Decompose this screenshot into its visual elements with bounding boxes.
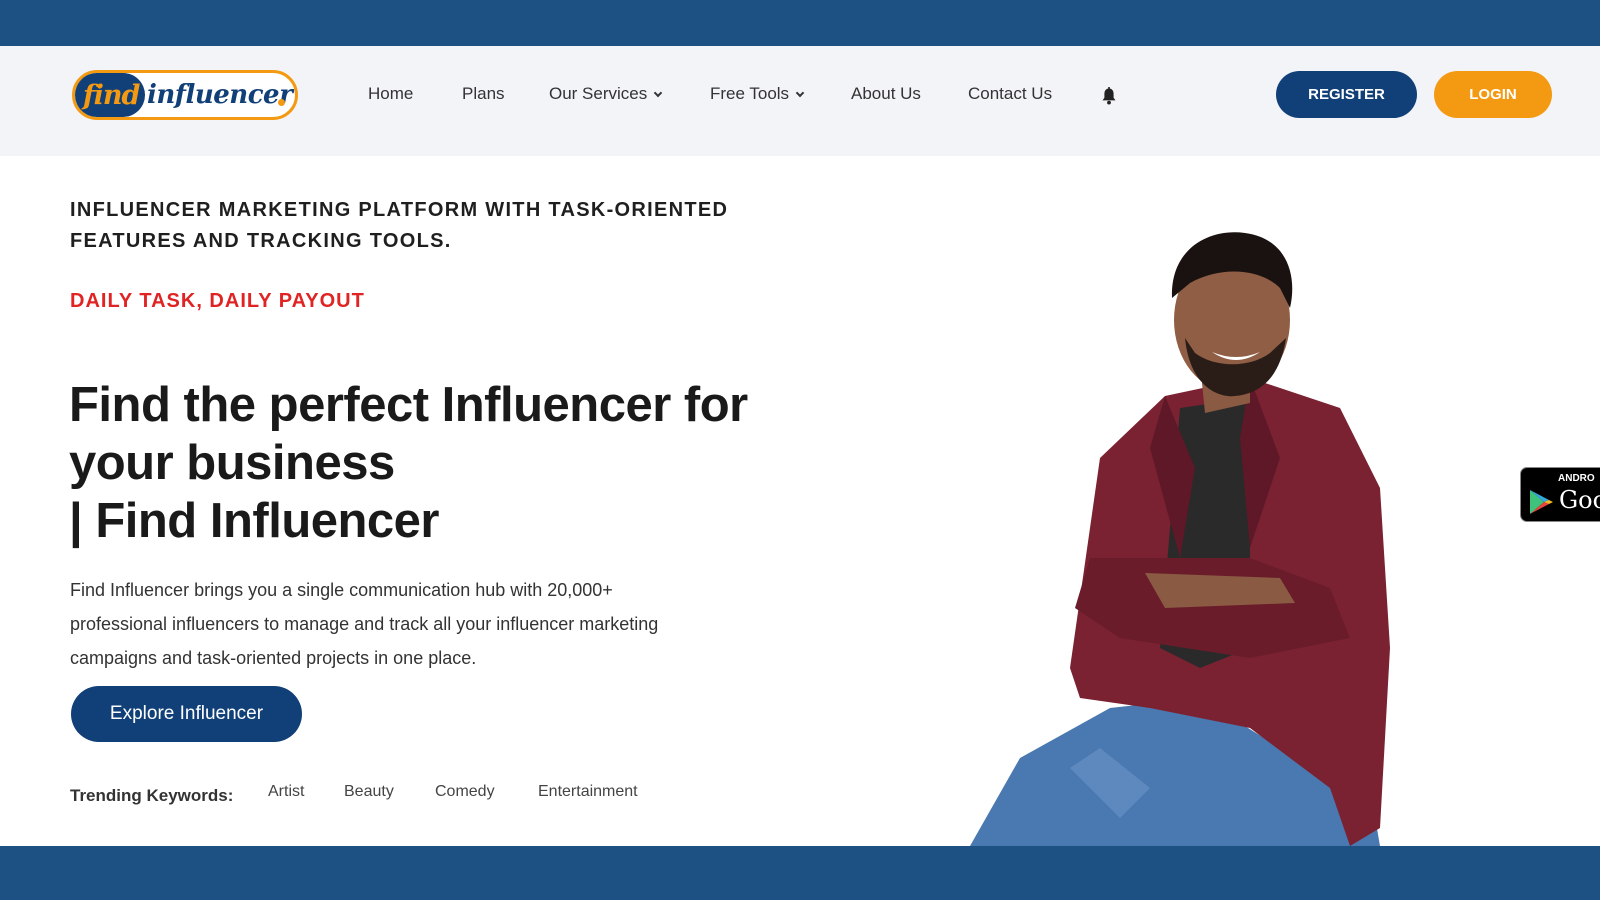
hero-description: Find Influencer brings you a single comm…	[70, 573, 790, 675]
nav-free-tools-label: Free Tools	[710, 84, 790, 103]
hero-description-line-1: Find Influencer brings you a single comm…	[70, 580, 613, 600]
google-play-badge[interactable]: ANDRO Goo	[1520, 467, 1600, 522]
trending-keywords-label: Trending Keywords:	[70, 786, 234, 805]
chevron-down-icon	[795, 88, 805, 98]
play-badge-small-text: ANDRO	[1558, 473, 1595, 484]
keyword-beauty[interactable]: Beauty	[344, 783, 394, 801]
nav-about-us-label: About Us	[851, 84, 921, 103]
nav-our-services-label: Our Services	[549, 84, 648, 103]
keyword-entertainment[interactable]: Entertainment	[538, 783, 638, 801]
google-play-icon	[1530, 490, 1553, 514]
nav-about-us[interactable]: About Us	[851, 84, 921, 104]
register-button[interactable]: REGISTER	[1276, 71, 1417, 118]
hero-tagline: INFLUENCER MARKETING PLATFORM WITH TASK-…	[70, 199, 729, 252]
hero-title: Find the perfect Influencer for your bus…	[69, 376, 869, 550]
bell-icon[interactable]	[1101, 87, 1117, 105]
hero-daily-payout: DAILY TASK, DAILY PAYOUT	[70, 290, 365, 312]
hero-description-line-2: professional influencers to manage and t…	[70, 614, 659, 634]
hero-person-image	[970, 232, 1390, 846]
top-banner-band	[0, 0, 1600, 46]
bottom-banner-band	[0, 846, 1600, 900]
hero-title-line-1: Find the perfect Influencer for	[69, 378, 748, 432]
hero-description-line-3: campaigns and task-oriented projects in …	[70, 648, 477, 668]
nav-home[interactable]: Home	[368, 84, 413, 104]
nav-plans-label: Plans	[462, 84, 505, 103]
nav-contact-us[interactable]: Contact Us	[968, 84, 1052, 104]
chevron-down-icon	[654, 88, 663, 98]
logo-dot	[278, 99, 285, 106]
site-logo[interactable]: find influencer	[72, 70, 298, 120]
hero-title-line-2: your business	[69, 436, 395, 490]
play-badge-large-text: Goo	[1559, 486, 1600, 514]
keyword-comedy[interactable]: Comedy	[435, 783, 495, 801]
site-header: find influencer Home Plans Our Services …	[0, 46, 1600, 156]
login-button[interactable]: LOGIN	[1434, 71, 1552, 118]
explore-influencer-button[interactable]: Explore Influencer	[71, 686, 302, 742]
nav-home-label: Home	[368, 84, 414, 103]
nav-contact-us-label: Contact Us	[968, 84, 1053, 103]
nav-free-tools[interactable]: Free Tools	[710, 84, 805, 104]
keyword-artist[interactable]: Artist	[268, 783, 304, 801]
hero-title-line-3: | Find Influencer	[69, 494, 440, 548]
nav-plans[interactable]: Plans	[462, 84, 505, 104]
logo-find-text: find	[83, 80, 140, 111]
logo-influencer-text: influencer	[147, 80, 293, 110]
nav-our-services[interactable]: Our Services	[549, 84, 663, 104]
